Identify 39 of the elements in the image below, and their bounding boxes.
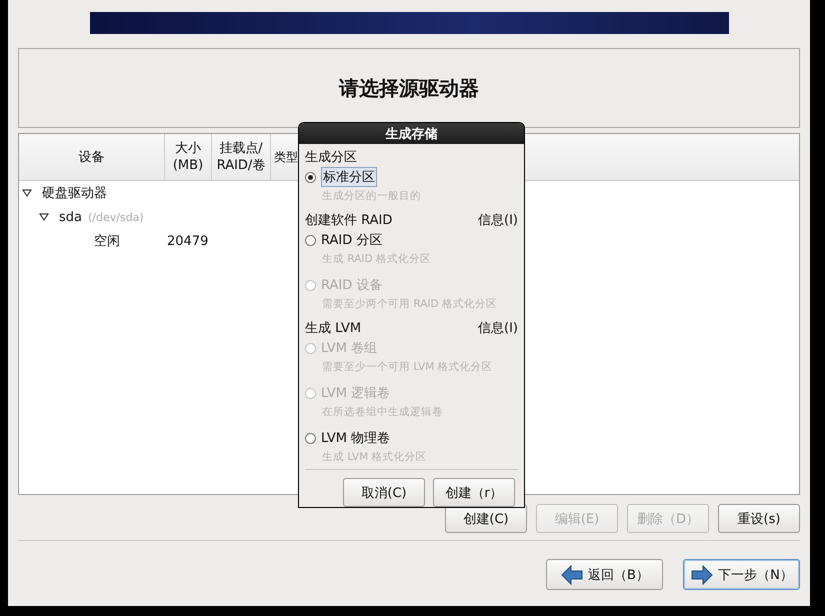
option-label: LVM 卷组: [321, 340, 378, 357]
info-link[interactable]: 信息(I): [478, 211, 518, 229]
back-button[interactable]: 返回（B）: [546, 559, 663, 590]
info-link[interactable]: 信息(I): [478, 319, 518, 337]
radio-button[interactable]: [305, 172, 316, 182]
section-heading: 生成 LVM: [305, 320, 362, 337]
column-header[interactable]: 设备: [19, 134, 165, 180]
option-hint: 需要至少一个可用 LVM 格式化分区: [321, 360, 494, 375]
option-label: RAID 设备: [321, 277, 382, 294]
size-value: 20479: [167, 234, 208, 248]
option-hint: 在所选卷组中生成逻辑卷: [321, 405, 444, 420]
device-path: (/dev/sda): [88, 210, 144, 224]
create-button[interactable]: 创建（r）: [433, 478, 515, 507]
expander-icon[interactable]: [22, 189, 32, 197]
option-hint: 生成 RAID 格式化分区: [321, 252, 432, 267]
device-name: 硬盘驱动器: [42, 185, 107, 202]
next-button[interactable]: 下一步（N）: [683, 559, 800, 590]
section-heading: 创建软件 RAID: [305, 212, 392, 229]
section-heading: 生成分区: [305, 149, 357, 166]
option-hint: 生成 LVM 格式化分区: [321, 450, 428, 465]
option-label: 标准分区: [321, 167, 377, 187]
radio-button[interactable]: [305, 234, 316, 246]
device-name: sda: [59, 210, 82, 224]
option-label: LVM 逻辑卷: [321, 385, 390, 402]
dialog-title: 生成存储: [299, 123, 524, 144]
left-arrow-icon: [560, 564, 584, 586]
option-hint: 生成分区的一般目的: [321, 189, 422, 204]
option-label: LVM 物理卷: [321, 430, 390, 447]
action-button[interactable]: 重设(s): [718, 504, 800, 533]
expander-icon[interactable]: [39, 213, 49, 221]
cancel-button[interactable]: 取消(C): [343, 478, 425, 507]
radio-button[interactable]: [305, 432, 316, 444]
option-label: RAID 分区: [321, 232, 382, 249]
option-hint: 需要至少两个可用 RAID 格式化分区: [321, 297, 498, 312]
column-header[interactable]: 挂载点/ RAID/卷: [212, 134, 271, 180]
column-header[interactable]: 大小 (MB): [165, 134, 212, 180]
device-name: 空闲: [94, 233, 120, 250]
page-title: 请选择源驱动器: [339, 74, 479, 102]
right-arrow-icon: [690, 564, 714, 586]
